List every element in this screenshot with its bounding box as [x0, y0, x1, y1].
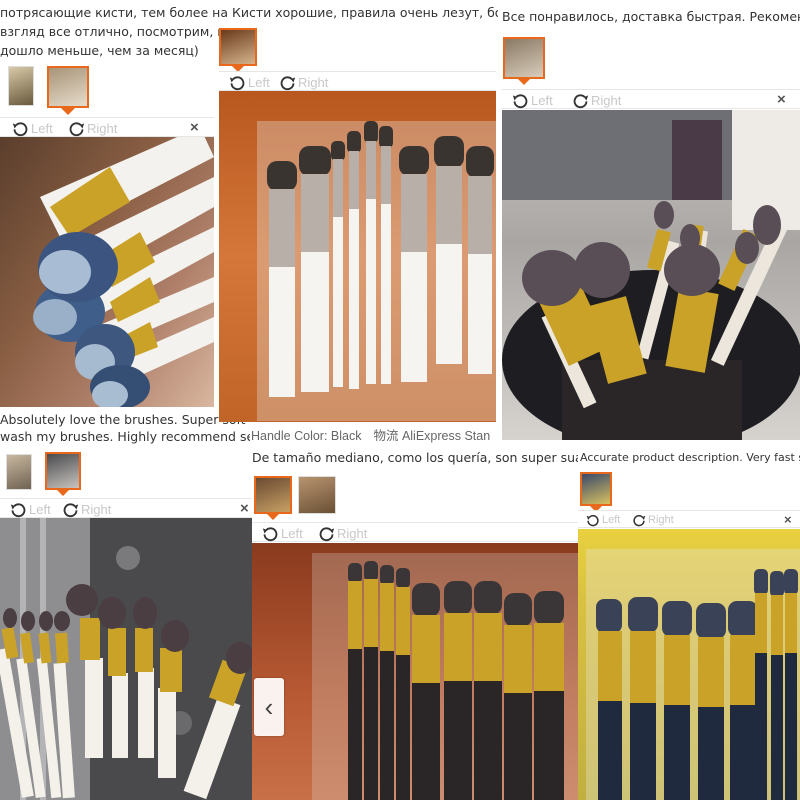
rotate-left-label: Left — [31, 120, 53, 136]
review-thumbnail-selected[interactable] — [45, 452, 81, 490]
review-text-line: Absolutely love the brushes. Super soft … — [0, 412, 250, 427]
rotate-right-button[interactable]: Right — [279, 73, 328, 91]
selected-thumbnail-caret — [517, 78, 531, 85]
review-thumbnail[interactable] — [8, 66, 34, 106]
image-toolbar: Left Right × — [0, 117, 214, 137]
rotate-right-icon — [63, 502, 79, 517]
rotate-left-label: Left — [602, 514, 621, 526]
rotate-left-icon — [586, 514, 599, 527]
rotate-left-icon — [512, 93, 528, 108]
rotate-right-label: Right — [591, 92, 622, 108]
rotate-right-icon — [319, 526, 335, 541]
image-toolbar: Left Right × — [502, 89, 800, 109]
rotate-right-label: Right — [648, 514, 674, 526]
close-icon[interactable]: × — [240, 500, 249, 517]
rotate-left-button[interactable]: Left — [262, 524, 303, 542]
rotate-left-icon — [12, 121, 28, 136]
review-photo[interactable] — [0, 137, 214, 407]
rotate-right-label: Right — [298, 74, 329, 90]
rotate-left-button[interactable]: Left — [12, 119, 53, 137]
review-photo[interactable] — [219, 91, 496, 422]
review-text-line: взгляд все отлично, посмотрим, ка — [0, 24, 220, 39]
rotate-left-label: Left — [531, 92, 553, 108]
image-toolbar: Left Right — [219, 71, 496, 91]
rotate-right-icon — [280, 75, 296, 90]
rotate-right-label: Right — [337, 525, 368, 541]
review-photo[interactable] — [0, 518, 252, 800]
previous-image-button[interactable]: ‹ — [254, 678, 284, 736]
review-meta: Handle Color: Black 物流 AliExpress Stan — [251, 425, 490, 444]
selected-thumbnail-caret — [266, 513, 280, 520]
review-thumbnail[interactable] — [6, 454, 32, 490]
review-text-line: wash my brushes. Highly recommend seller… — [0, 429, 250, 444]
close-icon[interactable]: × — [784, 512, 792, 527]
rotate-right-label: Right — [87, 120, 118, 136]
review-photo[interactable] — [578, 529, 800, 800]
selected-thumbnail-caret — [61, 108, 75, 115]
rotate-right-label: Right — [81, 501, 112, 517]
close-icon[interactable]: × — [777, 91, 786, 108]
brushes-on-fabric-image — [0, 518, 252, 800]
chevron-left-icon: ‹ — [264, 691, 274, 722]
shipping-method-label: 物流 AliExpress Stan — [373, 429, 491, 443]
handle-color-label: Handle Color: Black — [251, 429, 362, 443]
rotate-right-icon — [69, 121, 85, 136]
review-thumbnail-selected[interactable] — [580, 472, 612, 506]
rotate-left-button[interactable]: Left — [229, 73, 270, 91]
rotate-left-button[interactable]: Left — [586, 512, 620, 528]
review-text-line: потрясающие кисти, тем более на Кисти хо… — [0, 5, 498, 20]
rotate-right-icon — [633, 514, 646, 527]
review-photo[interactable] — [502, 110, 800, 440]
rotate-right-button[interactable]: Right — [572, 91, 621, 109]
rotate-left-button[interactable]: Left — [10, 500, 51, 518]
rotate-left-icon — [10, 502, 26, 517]
rotate-left-icon — [229, 75, 245, 90]
rotate-right-button[interactable]: Right — [62, 500, 111, 518]
rotate-left-label: Left — [29, 501, 51, 517]
review-text-line: De tamaño mediano, como los quería, son … — [252, 450, 578, 465]
review-text-line: дошло меньше, чем за месяц) — [0, 43, 199, 58]
image-toolbar: Left Right × — [578, 510, 800, 528]
rotate-right-button[interactable]: Right — [632, 512, 674, 528]
image-toolbar: Left Right × — [0, 498, 252, 518]
review-thumbnail-selected[interactable] — [219, 28, 257, 66]
review-text-line: Accurate product description. Very fast … — [580, 451, 800, 464]
image-toolbar: Left Right — [252, 522, 578, 542]
review-thumbnail-selected[interactable] — [47, 66, 89, 108]
rotate-right-icon — [573, 93, 589, 108]
rotate-left-icon — [262, 526, 278, 541]
close-icon[interactable]: × — [190, 119, 199, 136]
rotate-left-button[interactable]: Left — [512, 91, 553, 109]
review-thumbnail-selected[interactable] — [503, 37, 545, 79]
rotate-left-label: Left — [281, 525, 303, 541]
brushes-on-table-image — [33, 137, 214, 407]
brushes-in-cup-image — [502, 110, 800, 440]
review-thumbnail-selected[interactable] — [254, 476, 292, 514]
brushes-in-bag-image — [586, 549, 800, 800]
rotate-left-label: Left — [248, 74, 270, 90]
black-brushes-package-image — [312, 553, 578, 800]
review-text-line: Все понравилось, доставка быстрая. Реком… — [502, 9, 800, 24]
rotate-right-button[interactable]: Right — [68, 119, 117, 137]
packaged-brushes-image — [257, 121, 496, 421]
selected-thumbnail-caret — [56, 489, 70, 496]
review-thumbnail[interactable] — [298, 476, 336, 514]
review-photo[interactable] — [252, 543, 578, 800]
rotate-right-button[interactable]: Right — [318, 524, 367, 542]
